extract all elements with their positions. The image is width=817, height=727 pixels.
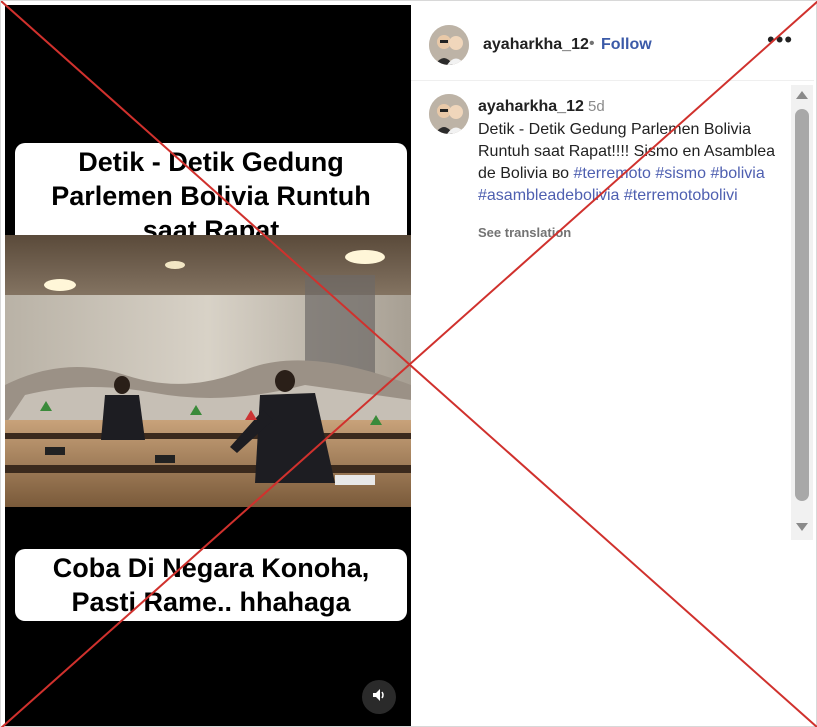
scrollbar[interactable]: [791, 85, 813, 540]
post-side-panel: ayaharkha_12 • Follow ••• ayaharkha_12 5…: [411, 5, 814, 726]
post-caption-text: Detik - Detik Gedung Parlemen Bolivia Ru…: [478, 119, 778, 207]
avatar[interactable]: [429, 25, 469, 65]
hashtag-link[interactable]: #asambleadebolivia: [478, 187, 619, 204]
hashtag-link[interactable]: #bolivia: [710, 165, 764, 182]
follow-button[interactable]: Follow: [601, 36, 652, 54]
post-author-username[interactable]: ayaharkha_12: [483, 36, 589, 54]
comment-timestamp[interactable]: 5d: [588, 98, 605, 115]
speaker-icon: [372, 688, 386, 707]
hashtag-link[interactable]: #terremoto: [573, 165, 650, 182]
hashtag-link[interactable]: #sismo: [655, 165, 706, 182]
video-caption-top: Detik - Detik Gedung Parlemen Bolivia Ru…: [15, 143, 407, 249]
see-translation-link[interactable]: See translation: [478, 225, 571, 240]
screenshot-frame: Detik - Detik Gedung Parlemen Bolivia Ru…: [0, 0, 817, 727]
hashtag-link[interactable]: #terremotobolivi: [624, 187, 738, 204]
scroll-down-arrow-icon[interactable]: [796, 523, 808, 531]
mute-toggle-button[interactable]: [362, 680, 396, 714]
separator-dot: •: [589, 35, 595, 52]
comment-avatar[interactable]: [429, 94, 469, 134]
comment-username[interactable]: ayaharkha_12: [478, 98, 584, 116]
video-frame-image: [5, 235, 411, 507]
video-caption-bottom: Coba Di Negara Konoha, Pasti Rame.. hhah…: [15, 549, 407, 621]
video-player[interactable]: Detik - Detik Gedung Parlemen Bolivia Ru…: [5, 5, 411, 726]
more-options-icon[interactable]: •••: [767, 27, 793, 53]
scroll-up-arrow-icon[interactable]: [796, 91, 808, 99]
post-header: ayaharkha_12 • Follow •••: [411, 5, 814, 81]
scrollbar-thumb[interactable]: [795, 109, 809, 501]
